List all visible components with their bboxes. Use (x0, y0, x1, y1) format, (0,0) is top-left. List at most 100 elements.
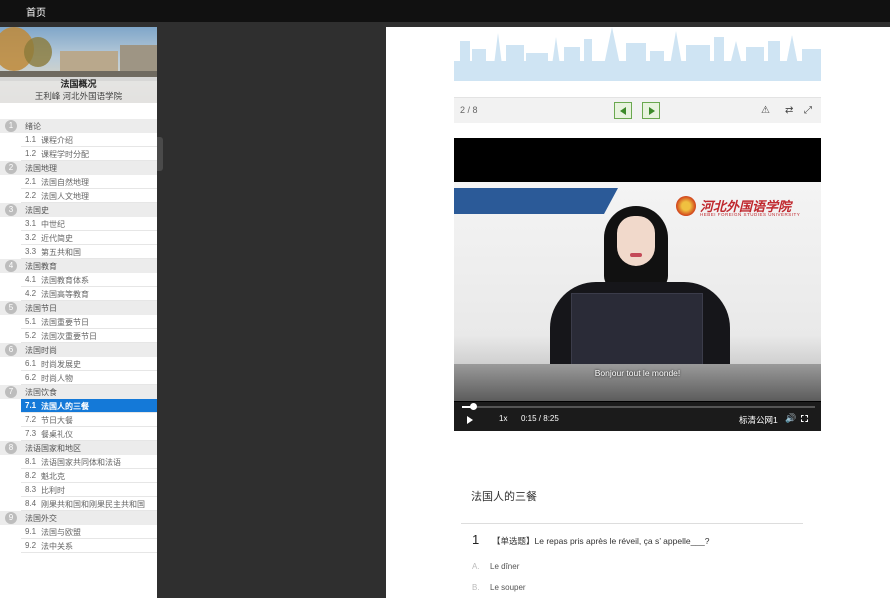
chapter-number: 5 (5, 302, 17, 314)
lesson-number: 2.2 (25, 191, 37, 200)
lesson-number: 9.2 (25, 541, 37, 550)
swap-icon[interactable]: ⇄ (785, 105, 793, 116)
lesson-number: 6.2 (25, 373, 37, 382)
lesson-item[interactable]: 9.1 法国与欧盟 (21, 525, 157, 539)
lesson-number: 7.1 (25, 401, 37, 410)
chapter-title: 法语国家和地区 (25, 444, 81, 453)
lesson-item[interactable]: 7.2 节日大餐 (21, 413, 157, 427)
university-logo: 河北外国语学院 HEBEI FOREIGN STUDIES UNIVERSITY (676, 196, 816, 218)
sidebar-collapse-handle[interactable] (157, 137, 163, 171)
lesson-item[interactable]: 2.1 法国自然地理 (21, 175, 157, 189)
chapter-number: 6 (5, 344, 17, 356)
chapter-title: 法国史 (25, 206, 49, 215)
prev-page-button[interactable] (614, 102, 632, 119)
option-a[interactable]: A. Le dîner (472, 562, 519, 571)
lesson-title: 法中关系 (41, 542, 73, 551)
lesson-title: 中世纪 (41, 220, 65, 229)
lesson-item[interactable]: 8.3 比利时 (21, 483, 157, 497)
lesson-number: 9.1 (25, 527, 37, 536)
course-banner: 法国概况 王利峰 河北外国语学院 (0, 27, 157, 103)
lesson-item[interactable]: 4.2 法国高等教育 (21, 287, 157, 301)
lesson-item[interactable]: 3.3 第五共和国 (21, 245, 157, 259)
video-subtitle: Bonjour tout le monde! (594, 368, 681, 378)
chapter-header[interactable]: 6 法国时尚 (0, 343, 157, 357)
lesson-item[interactable]: 8.2 魁北克 (21, 469, 157, 483)
arrow-left-icon (620, 107, 626, 115)
chapter-number: 2 (5, 162, 17, 174)
lesson-number: 8.3 (25, 485, 37, 494)
page-indicator: 2 / 8 (460, 105, 478, 115)
home-link[interactable]: 首页 (26, 4, 46, 19)
lesson-number: 8.4 (25, 499, 37, 508)
chapter-number: 8 (5, 442, 17, 454)
lesson-item[interactable]: 4.1 法国教育体系 (21, 273, 157, 287)
chapter-list: 1 绪论 1.1 课程介绍 1.2 课程学时分配 2 法国地理 2.1 法国自然地理 2.2 法国人文… (0, 119, 157, 553)
chapter-header[interactable]: 7 法国饮食 (0, 385, 157, 399)
lesson-item[interactable]: 6.2 时尚人物 (21, 371, 157, 385)
chapter-header[interactable]: 9 法国外交 (0, 511, 157, 525)
option-b[interactable]: B. Le souper (472, 583, 526, 592)
lesson-number: 5.2 (25, 331, 37, 340)
lesson-title: 刚果共和国和刚果民主共和国 (41, 500, 145, 509)
lesson-title: 比利时 (41, 486, 65, 495)
lesson-number: 8.1 (25, 457, 37, 466)
chapter-title: 法国地理 (25, 164, 57, 173)
chapter-header[interactable]: 3 法国史 (0, 203, 157, 217)
volume-icon[interactable]: 🔊 (785, 413, 796, 424)
play-icon[interactable] (467, 416, 473, 424)
lesson-title: 节日大餐 (41, 416, 73, 425)
lesson-item[interactable]: 5.2 法国次重要节日 (21, 329, 157, 343)
lesson-number: 4.2 (25, 289, 37, 298)
lesson-title: 法国人文地理 (41, 192, 89, 201)
lesson-title: 法国教育体系 (41, 276, 89, 285)
chapter-header[interactable]: 5 法国节日 (0, 301, 157, 315)
divider (461, 523, 803, 524)
quality-selector[interactable]: 标清公网1 (739, 414, 778, 426)
lesson-item[interactable]: 9.2 法中关系 (21, 539, 157, 553)
lesson-title: 时尚人物 (41, 374, 73, 383)
lesson-item[interactable]: 5.1 法国重要节日 (21, 315, 157, 329)
playback-rate-button[interactable]: 1x (499, 414, 507, 423)
lesson-item[interactable]: 8.4 刚果共和国和刚果民主共和国 (21, 497, 157, 511)
chapter-title: 法国时尚 (25, 346, 57, 355)
lesson-item[interactable]: 1.1 课程介绍 (21, 133, 157, 147)
chapter-header[interactable]: 4 法国教育 (0, 259, 157, 273)
lesson-number: 1.1 (25, 135, 37, 144)
expand-icon[interactable]: ⤢ (804, 105, 812, 116)
progress-bar[interactable] (462, 403, 815, 410)
chapter-title: 绪论 (25, 122, 41, 131)
video-frame: 河北外国语学院 HEBEI FOREIGN STUDIES UNIVERSITY… (454, 182, 821, 401)
lesson-number: 5.1 (25, 317, 37, 326)
lesson-title: 餐桌礼仪 (41, 430, 73, 439)
lesson-item[interactable]: 1.2 课程学时分配 (21, 147, 157, 161)
lesson-item[interactable]: 3.1 中世纪 (21, 217, 157, 231)
chapter-header[interactable]: 1 绪论 (0, 119, 157, 133)
lesson-number: 1.2 (25, 149, 37, 158)
video-player[interactable]: 河北外国语学院 HEBEI FOREIGN STUDIES UNIVERSITY… (454, 138, 821, 431)
section-title: 法国人的三餐 (471, 491, 537, 503)
fullscreen-icon[interactable] (801, 415, 808, 422)
lesson-item[interactable]: 3.2 近代简史 (21, 231, 157, 245)
lesson-title: 法国自然地理 (41, 178, 89, 187)
warning-icon[interactable]: ⚠ (761, 105, 770, 116)
lesson-item[interactable]: 2.2 法国人文地理 (21, 189, 157, 203)
progress-handle[interactable] (469, 403, 477, 410)
chapter-number: 3 (5, 204, 17, 216)
chapter-header[interactable]: 2 法国地理 (0, 161, 157, 175)
lesson-title: 法国人的三餐 (41, 402, 89, 411)
lesson-number: 3.1 (25, 219, 37, 228)
course-sidebar: 法国概况 王利峰 河北外国语学院 1 绪论 1.1 课程介绍 1.2 课程学时分配 2 法国地… (0, 27, 157, 598)
lesson-title: 法国重要节日 (41, 318, 89, 327)
question-text: 【单选题】Le repas pris après le réveil, ça s… (492, 536, 710, 546)
chapter-header[interactable]: 8 法语国家和地区 (0, 441, 157, 455)
lesson-item[interactable]: 8.1 法语国家共同体和法语 (21, 455, 157, 469)
lesson-number: 3.2 (25, 233, 37, 242)
chapter-number: 1 (5, 120, 17, 132)
next-page-button[interactable] (642, 102, 660, 119)
lesson-item-active[interactable]: 7.1 法国人的三餐 (21, 399, 157, 413)
course-title: 法国概况 (60, 79, 97, 89)
lesson-item[interactable]: 7.3 餐桌礼仪 (21, 427, 157, 441)
lesson-item[interactable]: 6.1 时尚发展史 (21, 357, 157, 371)
lesson-title: 法国与欧盟 (41, 528, 81, 537)
lesson-title: 时尚发展史 (41, 360, 81, 369)
